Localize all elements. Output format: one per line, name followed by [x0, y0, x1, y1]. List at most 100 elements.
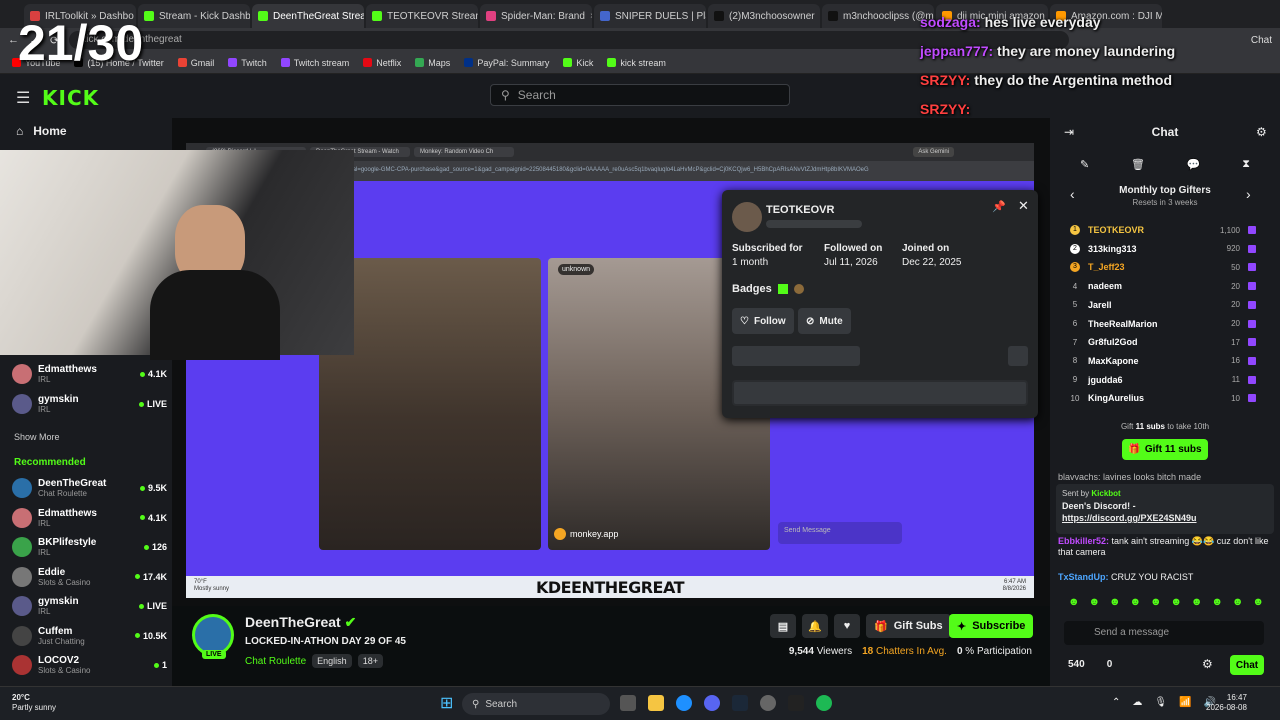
gift-count: 50 [1231, 262, 1240, 272]
chat-settings-icon[interactable]: ⚙ [1202, 657, 1213, 671]
user-profile-card: TEOTKEOVR 📌 ✕ Subscribed for 1 month Foll… [722, 190, 1038, 418]
sidebar-channel[interactable]: Eddie Slots & Casino 17.4K [12, 563, 167, 591]
tab-close-icon[interactable]: × [590, 11, 592, 22]
follow-heart-icon[interactable]: ♥ [834, 614, 860, 638]
gifter-name: T_Jeff23 [1088, 262, 1125, 273]
gifter-row[interactable]: 5 Jarell 20 [1070, 296, 1256, 314]
tab-favicon-icon [714, 11, 724, 21]
show-more-link[interactable]: Show More [14, 432, 60, 442]
bookmark-label: kick stream [620, 57, 666, 68]
gifter-row[interactable]: 8 MaxKapone 16 [1070, 352, 1256, 370]
discord-icon[interactable] [704, 695, 720, 711]
gifter-row[interactable]: 10 KingAurelius 10 [1070, 389, 1256, 407]
hourglass-icon[interactable]: ⧗ [1242, 158, 1250, 171]
overlay-chat-line: jeppan777: they are money laundering [920, 43, 1176, 59]
obs-icon[interactable] [760, 695, 776, 711]
tag-age[interactable]: 18+ [357, 654, 383, 668]
gifter-row[interactable]: 3 T_Jeff23 50 [1070, 258, 1256, 276]
pin-tool-icon[interactable]: ✎ [1080, 158, 1089, 171]
browser-tab[interactable]: Spider-Man: Brand × [480, 4, 592, 28]
system-tray[interactable]: ⌃ ☁ 🎙 📶 🔊 [1112, 697, 1216, 708]
bookmark-item[interactable]: PayPal: Summary [464, 58, 549, 68]
bookmark-item[interactable]: kick stream [607, 58, 666, 68]
browser-tab[interactable]: Stream - Kick Dashb× [138, 4, 250, 28]
gifter-row[interactable]: 4 nadeem 20 [1070, 277, 1256, 295]
chat-send-button[interactable]: Chat [1230, 655, 1264, 675]
browser-tab[interactable]: m3nchooclipss (@m× [822, 4, 934, 28]
bookmark-item[interactable]: Twitch [228, 58, 267, 68]
edge-icon[interactable] [676, 695, 692, 711]
bookmark-item[interactable]: Gmail [177, 58, 214, 68]
pin-icon[interactable]: 📌 [992, 200, 1006, 213]
sidebar-channel[interactable]: DeenTheGreat Chat Roulette 9.5K [12, 474, 167, 502]
browser-tab[interactable]: DeenTheGreat Strea× [252, 4, 364, 28]
message-icon[interactable]: 💬 [1187, 158, 1201, 171]
trash-icon[interactable]: 🗑 [1131, 158, 1145, 171]
weather-widget[interactable]: 20°C Partly sunny [12, 693, 56, 713]
bookmark-item[interactable]: Netflix [363, 58, 401, 68]
bookmark-item[interactable]: Maps [415, 58, 450, 68]
gifter-row[interactable]: 6 TheeRealMarion 20 [1070, 315, 1256, 333]
stream-category: Chat Roulette English 18+ [245, 654, 383, 668]
next-arrow-icon[interactable]: › [1246, 186, 1251, 202]
search-icon: ⚲ [472, 698, 480, 710]
profile-loading-wide [732, 380, 1028, 406]
windows-clock[interactable]: 16:47 2026-08-08 [1206, 693, 1247, 713]
sidebar-channel[interactable]: Edmatthews IRL 4.1K [12, 360, 167, 388]
user-settings-icon[interactable]: ⚙ [1256, 125, 1267, 139]
spotify-icon[interactable] [816, 695, 832, 711]
browser-tab[interactable]: (2)M3nchoosowner× [708, 4, 820, 28]
bookmark-item[interactable]: Kick [563, 58, 593, 68]
gifter-row[interactable]: 9 jgudda6 11 [1070, 371, 1256, 389]
sidebar-channel[interactable]: Cuffem Just Chatting 10.5K [12, 622, 167, 650]
stream-stats: 9,544 Viewers 18 Chatters In Avg. 0 % Pa… [789, 646, 1032, 657]
gifter-row[interactable]: 1 TEOTKEOVR 1,100 [1070, 221, 1256, 239]
sidebar-channel[interactable]: Edmatthews IRL 4.1K [12, 504, 167, 532]
subscribe-button[interactable]: ✦ Subscribe [949, 614, 1034, 638]
gift-subs-button[interactable]: 🎁 Gift Subs [866, 614, 951, 638]
gift-subs-chat-button[interactable]: 🎁 Gift 11 subs [1122, 439, 1208, 460]
close-icon[interactable]: ✕ [1018, 198, 1029, 214]
sidebar-channel[interactable]: BKPlifestyle IRL 126 [12, 533, 167, 561]
right-feed-user: unknown [558, 264, 595, 275]
kick-points[interactable]: 0 [1107, 659, 1113, 670]
clip-icon[interactable]: ▤ [770, 614, 796, 638]
stream-send-message: Send Message [778, 522, 902, 544]
terminal-icon[interactable] [788, 695, 804, 711]
emote-bar[interactable]: ☻ ☻ ☻ ☻ ☻ ☻ ☻ ☻ ☻ ☻ [1068, 596, 1264, 608]
windows-search[interactable]: ⚲ Search [462, 693, 610, 715]
hamburger-menu-icon[interactable]: ☰ [16, 88, 30, 108]
channel-text: DeenTheGreat Chat Roulette [38, 478, 106, 498]
discord-link[interactable]: https://discord.gg/PXE24SN49u [1062, 512, 1268, 524]
tag-language[interactable]: English [312, 654, 352, 668]
profile-username[interactable]: TEOTKEOVR [766, 204, 834, 216]
sidebar-channel[interactable]: LOCOV2 Slots & Casino 1 [12, 651, 167, 679]
profile-chat-button[interactable]: Chat [1251, 35, 1272, 46]
prev-arrow-icon[interactable]: ‹ [1070, 186, 1075, 202]
search-input[interactable]: ⚲ Search [490, 84, 790, 106]
category-link[interactable]: Chat Roulette [245, 656, 306, 667]
file-explorer-icon[interactable] [648, 695, 664, 711]
kick-logo[interactable]: KICK [42, 86, 99, 110]
profile-loading-square [1008, 346, 1028, 366]
gifter-row[interactable]: 2 313king313 920 [1070, 240, 1256, 258]
task-view-icon[interactable] [620, 695, 636, 711]
stream-title: LOCKED-IN-ATHON DAY 29 OF 45 [245, 636, 406, 647]
follow-button[interactable]: ♡ Follow [732, 308, 794, 334]
bell-icon[interactable]: 🔔 [802, 614, 828, 638]
gift-box-icon [1248, 394, 1256, 403]
sidebar-channel[interactable]: gymskin IRL LIVE [12, 592, 167, 620]
sidebar-channel[interactable]: gymskin IRL LIVE [12, 390, 167, 418]
collapse-chat-icon[interactable]: ⇥ [1064, 125, 1074, 139]
gifter-row[interactable]: 7 Gr8ful2God 17 [1070, 333, 1256, 351]
channel-name[interactable]: DeenTheGreat ✔ [245, 614, 356, 631]
browser-tab[interactable]: TEOTKEOVR Stream× [366, 4, 478, 28]
bookmark-item[interactable]: Twitch stream [280, 58, 349, 68]
channel-points[interactable]: 540 [1068, 659, 1085, 670]
start-icon[interactable]: ⊞ [440, 693, 453, 713]
browser-tab[interactable]: SNIPER DUELS | Pla× [594, 4, 706, 28]
mute-button[interactable]: ⊘ Mute [798, 308, 851, 334]
steam-icon[interactable] [732, 695, 748, 711]
chat-input[interactable]: Send a message [1064, 621, 1264, 645]
sidebar-home[interactable]: ⌂ Home [16, 124, 67, 138]
